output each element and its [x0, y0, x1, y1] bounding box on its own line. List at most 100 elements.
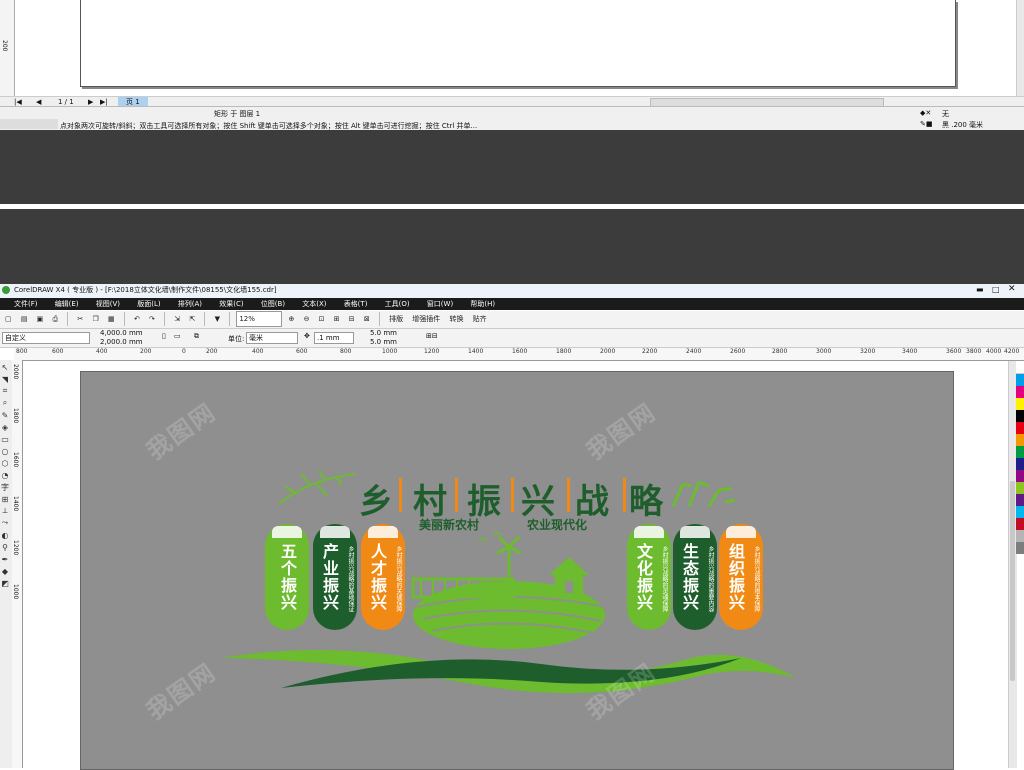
swatch[interactable]	[1016, 458, 1024, 470]
canvas-area[interactable]: 乡村振兴战略 美丽新农村 农业现代化 五个振兴 产业振兴 乡村振兴战略的基础保证…	[23, 361, 1008, 770]
menu-help[interactable]: 帮助(H)	[470, 298, 495, 310]
nudge-field[interactable]: .1 mm	[314, 332, 354, 344]
paste-icon[interactable]: ▦	[105, 311, 118, 327]
zoom-in-icon[interactable]: ⊕	[286, 311, 298, 327]
swatch[interactable]	[1016, 410, 1024, 422]
unit-label: 单位:	[228, 335, 245, 343]
rectangle-tool-icon[interactable]: ▭	[0, 434, 10, 444]
menu-layout[interactable]: 版面(L)	[137, 298, 160, 310]
print-icon[interactable]: ⎙	[49, 311, 61, 327]
app-icon	[2, 286, 10, 294]
design-board[interactable]: 乡村振兴战略 美丽新农村 农业现代化 五个振兴 产业振兴 乡村振兴战略的基础保证…	[80, 371, 954, 770]
swatch[interactable]	[1016, 482, 1024, 494]
swatch[interactable]	[1016, 361, 1024, 374]
app-launcher-icon[interactable]: ▼	[212, 311, 223, 327]
convert-button[interactable]: 转换	[446, 311, 466, 327]
rearrange-button[interactable]: 排版	[386, 311, 406, 327]
text-tool-icon[interactable]: 字	[0, 482, 10, 492]
swatch[interactable]	[1016, 494, 1024, 506]
import-icon[interactable]: ⇲	[171, 311, 183, 327]
freehand-tool-icon[interactable]: ✎	[0, 410, 10, 420]
vertical-scrollbar[interactable]	[1016, 0, 1024, 96]
shape-tool-icon[interactable]: ◥	[0, 374, 10, 384]
snap-button[interactable]: 贴齐	[470, 311, 490, 327]
zoom-height-icon[interactable]: ⊠	[361, 311, 373, 327]
crop-tool-icon[interactable]: ⌗	[0, 386, 10, 396]
menu-file[interactable]: 文件(F)	[14, 298, 38, 310]
swatch[interactable]	[1016, 470, 1024, 482]
menu-edit[interactable]: 编辑(E)	[55, 298, 79, 310]
swatch[interactable]	[1016, 530, 1024, 542]
zoom-tool-icon[interactable]: ⌕	[0, 398, 10, 408]
dark-band-2	[0, 209, 1024, 284]
swatch[interactable]	[1016, 446, 1024, 458]
width-field[interactable]: 4,000.0 mm	[100, 329, 143, 337]
title-divider	[455, 478, 458, 512]
menu-table[interactable]: 表格(T)	[344, 298, 368, 310]
landscape-icon[interactable]: ▭	[174, 332, 181, 340]
blend-tool-icon[interactable]: ◐	[0, 530, 10, 540]
swatch[interactable]	[1016, 542, 1024, 554]
paper-preset-select[interactable]: 自定义	[2, 332, 90, 344]
menu-window[interactable]: 窗口(W)	[427, 298, 453, 310]
redo-icon[interactable]: ↷	[146, 311, 158, 327]
copy-icon[interactable]: ❐	[89, 311, 101, 327]
cut-icon[interactable]: ✂	[74, 311, 86, 327]
portrait-icon[interactable]: ▯	[162, 332, 166, 340]
menu-view[interactable]: 视图(V)	[96, 298, 120, 310]
title-divider	[623, 478, 626, 512]
horizontal-ruler: 800 600 400 200 0 200 400 600 800 1000 1…	[14, 348, 1024, 361]
fill-tool-icon[interactable]: ◆	[0, 566, 10, 576]
export-icon[interactable]: ⇱	[186, 311, 198, 327]
all-pages-icon[interactable]: ⧉	[194, 332, 199, 341]
smart-fill-icon[interactable]: ◈	[0, 422, 10, 432]
menu-bitmaps[interactable]: 位图(B)	[261, 298, 285, 310]
pill-ecology: 生态振兴 乡村振兴战略的重要内容	[673, 524, 717, 630]
close-icon[interactable]: ✕	[1008, 284, 1016, 294]
standard-toolbar: ▢ ▤ ▣ ⎙ ✂ ❐ ▦ ↶ ↷ ⇲ ⇱ ▼ 12% ⊕ ⊖ ⊡ ⊞ ⊟ ⊠ …	[0, 311, 1024, 329]
swatch[interactable]	[1016, 518, 1024, 530]
save-icon[interactable]: ▣	[34, 311, 47, 327]
swatch[interactable]	[1016, 386, 1024, 398]
interactive-fill-icon[interactable]: ◩	[0, 578, 10, 588]
extensions-button[interactable]: 增强插件	[409, 311, 443, 327]
menu-tools[interactable]: 工具(O)	[385, 298, 410, 310]
table-tool-icon[interactable]: ⊞	[0, 494, 10, 504]
swatch[interactable]	[1016, 398, 1024, 410]
minimize-icon[interactable]: ▬	[976, 285, 984, 294]
basic-shapes-icon[interactable]: ◔	[0, 470, 10, 480]
maximize-icon[interactable]: □	[992, 285, 1000, 294]
eyedropper-icon[interactable]: ⚲	[0, 542, 10, 552]
zoom-out-icon[interactable]: ⊖	[301, 311, 313, 327]
outline-tool-icon[interactable]: ✒	[0, 554, 10, 564]
zoom-fit-icon[interactable]: ⊞	[331, 311, 343, 327]
swatch[interactable]	[1016, 374, 1024, 386]
dup-y-field[interactable]: 5.0 mm	[370, 338, 397, 346]
swatch[interactable]	[1016, 422, 1024, 434]
design-title: 乡村振兴战略	[359, 482, 683, 522]
unit-select[interactable]: 毫米	[246, 332, 298, 344]
menu-effects[interactable]: 效果(C)	[219, 298, 243, 310]
ellipse-tool-icon[interactable]: ○	[0, 446, 10, 456]
open-icon[interactable]: ▤	[18, 311, 31, 327]
swatch[interactable]	[1016, 434, 1024, 446]
pill-industry: 产业振兴 乡村振兴战略的基础保证	[313, 524, 357, 630]
dup-x-field[interactable]: 5.0 mm	[370, 329, 397, 337]
zoom-width-icon[interactable]: ⊟	[346, 311, 358, 327]
menu-arrange[interactable]: 排列(A)	[178, 298, 202, 310]
zoom-page-icon[interactable]: ⊡	[316, 311, 328, 327]
menu-text[interactable]: 文本(X)	[302, 298, 326, 310]
new-icon[interactable]: ▢	[2, 311, 15, 327]
swatch[interactable]	[1016, 506, 1024, 518]
color-palette[interactable]	[1016, 361, 1024, 768]
page-options-icon[interactable]: ⊞⊟	[426, 332, 438, 340]
pill-talent: 人才振兴 乡村振兴战略的关键保障	[361, 524, 405, 630]
dimension-tool-icon[interactable]: ⟂	[0, 506, 10, 516]
zoom-select[interactable]: 12%	[236, 311, 283, 327]
polygon-tool-icon[interactable]: ⬡	[0, 458, 10, 468]
undo-icon[interactable]: ↶	[131, 311, 143, 327]
bamboo-left-icon	[278, 470, 356, 505]
connector-tool-icon[interactable]: ⤳	[0, 518, 10, 528]
height-field[interactable]: 2,000.0 mm	[100, 338, 143, 346]
pick-tool-icon[interactable]: ↖	[0, 362, 10, 372]
